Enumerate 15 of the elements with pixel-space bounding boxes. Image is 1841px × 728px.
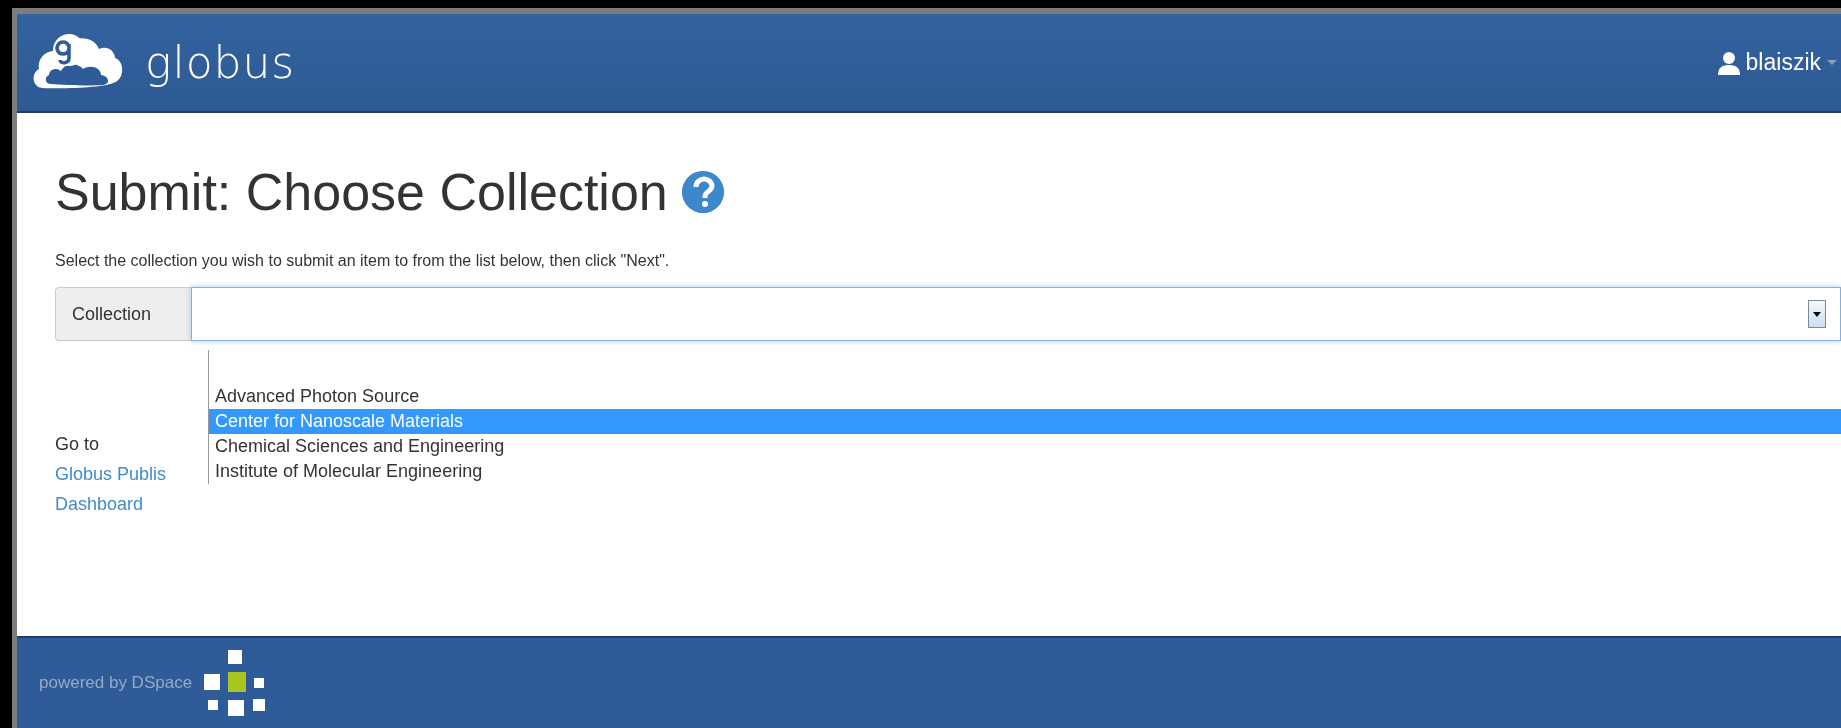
go-to-label: Go to — [55, 433, 100, 456]
instructions-text: Select the collection you wish to submit an item to from the list below, then click "Next". — [55, 251, 671, 271]
nav-link[interactable]: Globus Publis — [55, 459, 167, 489]
footer-text: powered by DSpace — [39, 672, 193, 695]
nav-link[interactable]: Dashboard — [55, 489, 144, 519]
dropdown-option[interactable]: Advanced Photon Source — [209, 384, 1841, 409]
field-label: Collection — [55, 287, 191, 341]
user-icon — [1717, 50, 1740, 75]
page-title: Submit: Choose Collection — [55, 162, 668, 223]
user-menu[interactable]: blaiszik — [1717, 45, 1841, 80]
caret-icon — [1827, 60, 1837, 65]
brand-name: globus — [145, 35, 296, 90]
dropdown-option[interactable]: Chemical Sciences and Engineering — [209, 434, 1841, 459]
help-icon[interactable] — [681, 171, 724, 213]
dropdown-option[interactable]: Institute of Molecular Engineering — [209, 459, 1841, 484]
